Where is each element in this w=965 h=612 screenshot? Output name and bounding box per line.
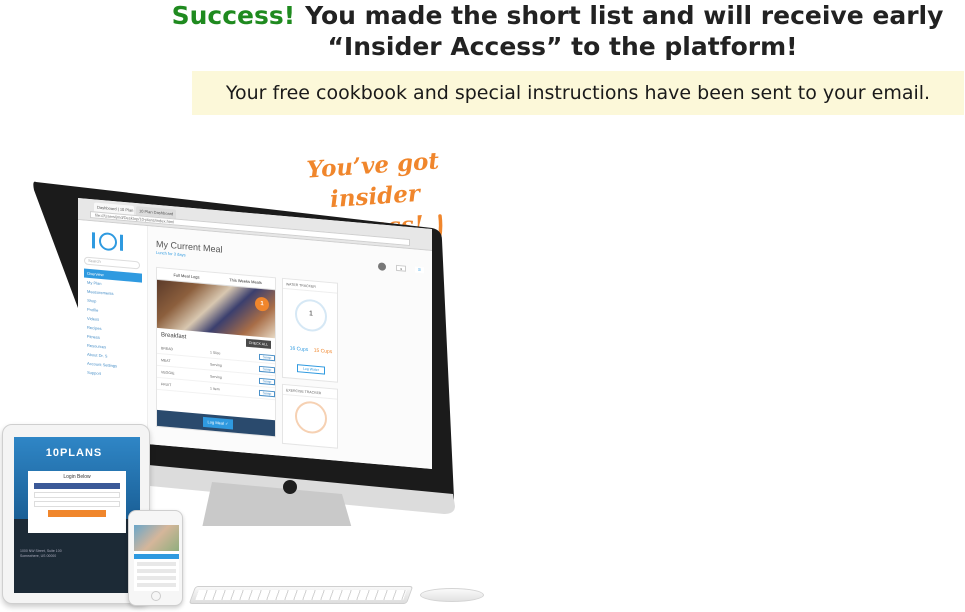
water-count: 1 [309, 310, 313, 318]
water-dial: 1 [295, 297, 327, 333]
water-cups: 16 Cups 15 Cups [287, 345, 335, 356]
email-field[interactable] [34, 492, 120, 498]
meal-count-badge: 1 [255, 296, 269, 312]
list-item [137, 569, 176, 573]
list-item [137, 562, 176, 566]
cups-left: 15 Cups [313, 347, 333, 356]
main-content: My Current Meal Lunch for 3 days ▾ ☰ Ful… [148, 226, 432, 469]
password-field[interactable] [34, 501, 120, 507]
iphone-device [128, 510, 183, 606]
sidebar: Search Overview My Plan Measurements Sho… [78, 220, 148, 445]
search-input[interactable]: Search [84, 256, 140, 270]
swap-button[interactable]: Swap [259, 365, 275, 374]
footer-line: Somewhere, US 00000 [20, 554, 57, 558]
current-meal-panel: Full Meal Logs This Weeks Meals 1 Breakf… [156, 266, 276, 438]
exercise-tracker-header: EXERCISE TRACKER [283, 384, 337, 400]
profile-button[interactable]: ▾ [396, 264, 406, 272]
iphone-nav-bar [134, 554, 179, 559]
ipad-logo: 10PLANS [45, 447, 103, 459]
home-button [151, 591, 161, 601]
iphone-screen [134, 525, 179, 591]
keyboard-keys [195, 590, 407, 600]
iphone-photo [134, 525, 179, 551]
cups-done: 16 Cups [289, 345, 309, 354]
check-all-button[interactable]: CHECK ALL [245, 338, 271, 349]
email-notice-banner: Your free cookbook and special instructi… [192, 71, 964, 115]
sidebar-menu: Overview My Plan Measurements Shop Profi… [84, 268, 142, 382]
list-item [137, 576, 176, 580]
headline-line-2: “Insider Access” to the platform! [327, 32, 798, 61]
avatar[interactable] [378, 262, 386, 271]
ipad-login-card: Login Below [28, 471, 126, 533]
exercise-dial [295, 399, 327, 435]
list-item [137, 583, 176, 587]
mouse-device [420, 588, 484, 602]
keyboard-device [188, 586, 414, 604]
fork-plate-logo-icon [92, 232, 123, 251]
success-headline: Success! You made the short list and will… [150, 0, 965, 62]
water-tracker-header: WATER TRACKER [283, 278, 337, 294]
success-label: Success! [171, 1, 296, 30]
menu-button[interactable]: ☰ [414, 266, 424, 274]
log-meal-bar: Log Meal ✓ [157, 409, 275, 437]
login-button[interactable] [48, 510, 106, 517]
ipad-login-title: Login Below [63, 474, 91, 480]
log-water-button[interactable]: Log Water [297, 364, 325, 375]
exercise-tracker-panel: EXERCISE TRACKER [282, 383, 338, 449]
swap-button[interactable]: Swap [259, 389, 275, 398]
facebook-login-button[interactable] [34, 483, 120, 489]
ipad-screen: 10PLANS Login Below 1000 NW Street, Suit… [14, 437, 140, 593]
swap-button[interactable]: Swap [259, 377, 275, 386]
apple-logo-icon [283, 480, 297, 494]
headline-line-1: You made the short list and will receive… [305, 1, 944, 30]
meal-name: Breakfast [161, 332, 187, 341]
ipad-footer: 1000 NW Street, Suite 100 Somewhere, US … [20, 549, 62, 559]
log-meal-button[interactable]: Log Meal ✓ [203, 416, 233, 430]
swap-button[interactable]: Swap [259, 353, 275, 362]
water-tracker-panel: WATER TRACKER 1 16 Cups 15 Cups Log Wate… [282, 277, 338, 383]
